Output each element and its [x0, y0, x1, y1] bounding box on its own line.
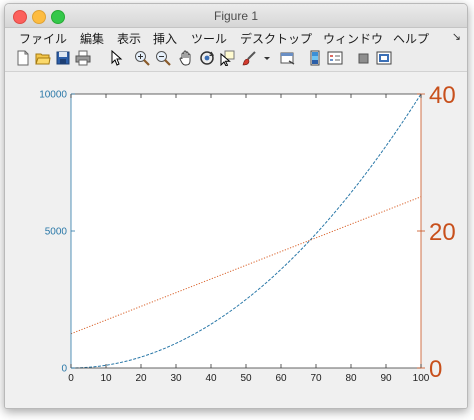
hide-plot-tools-icon[interactable] [356, 50, 372, 66]
right-tick-label: 20 [429, 219, 456, 246]
x-tick-label: 60 [275, 373, 287, 384]
menu-edit[interactable]: 編集 [80, 30, 104, 47]
link-plot-icon[interactable] [280, 50, 296, 66]
zoom-out-icon[interactable] [155, 50, 171, 66]
x-tick-label: 100 [413, 373, 430, 384]
new-figure-icon[interactable] [15, 50, 31, 66]
x-tick-label: 20 [135, 373, 147, 384]
save-icon[interactable] [55, 50, 71, 66]
axes-background [71, 94, 421, 368]
window-title: Figure 1 [213, 9, 259, 23]
x-tick-label: 90 [380, 373, 392, 384]
right-tick-label: 40 [429, 82, 456, 109]
menu-window[interactable]: ウィンドウ [323, 30, 383, 47]
left-tick-label: 10000 [39, 90, 67, 101]
x-tick-label: 40 [205, 373, 217, 384]
brush-icon[interactable] [241, 50, 257, 66]
menu-desktop[interactable]: デスクトップ [240, 30, 312, 47]
x-tick-label: 10 [100, 373, 112, 384]
x-tick-label: 0 [68, 373, 74, 384]
figure-canvas[interactable]: 0 10 20 30 40 50 60 70 80 90 100 0 5000 10000 0 20 40 [5, 72, 467, 408]
x-tick-label: 80 [345, 373, 357, 384]
x-tick-label: 50 [240, 373, 252, 384]
menu-help[interactable]: ヘルプ [393, 30, 429, 47]
x-tick-label: 30 [170, 373, 182, 384]
menu-view[interactable]: 表示 [117, 30, 141, 47]
data-cursor-icon[interactable] [219, 50, 235, 66]
open-file-icon[interactable] [35, 50, 51, 66]
colorbar-icon[interactable] [307, 50, 323, 66]
print-icon[interactable] [75, 50, 91, 66]
left-tick-label: 0 [61, 364, 67, 375]
plot-area[interactable]: 0 10 20 30 40 50 60 70 80 90 100050001000002040 [5, 72, 467, 408]
brush-dropdown-icon[interactable] [259, 50, 270, 66]
right-tick-label: 0 [429, 356, 442, 383]
title-bar[interactable]: Figure 1 [5, 4, 467, 28]
chevron-right-icon[interactable]: ↘ [452, 30, 461, 43]
pan-hand-icon[interactable] [178, 50, 194, 66]
pointer-icon[interactable] [108, 50, 124, 66]
menu-tools[interactable]: ツール [191, 30, 227, 47]
show-plot-tools-icon[interactable] [376, 50, 392, 66]
left-tick-label: 5000 [45, 227, 68, 238]
rotate-3d-icon[interactable] [199, 50, 215, 66]
menu-bar: ファイル 編集 表示 挿入 ツール デスクトップ ウィンドウ ヘルプ ↘ [5, 28, 467, 47]
figure-toolbar [5, 47, 467, 72]
figure-window: Figure 1 ファイル 編集 表示 挿入 ツール デスクトップ ウィンドウ … [4, 3, 468, 409]
x-tick-label: 70 [310, 373, 322, 384]
menu-insert[interactable]: 挿入 [153, 30, 177, 47]
legend-icon[interactable] [327, 50, 343, 66]
menu-file[interactable]: ファイル [19, 30, 67, 47]
zoom-in-icon[interactable] [134, 50, 150, 66]
